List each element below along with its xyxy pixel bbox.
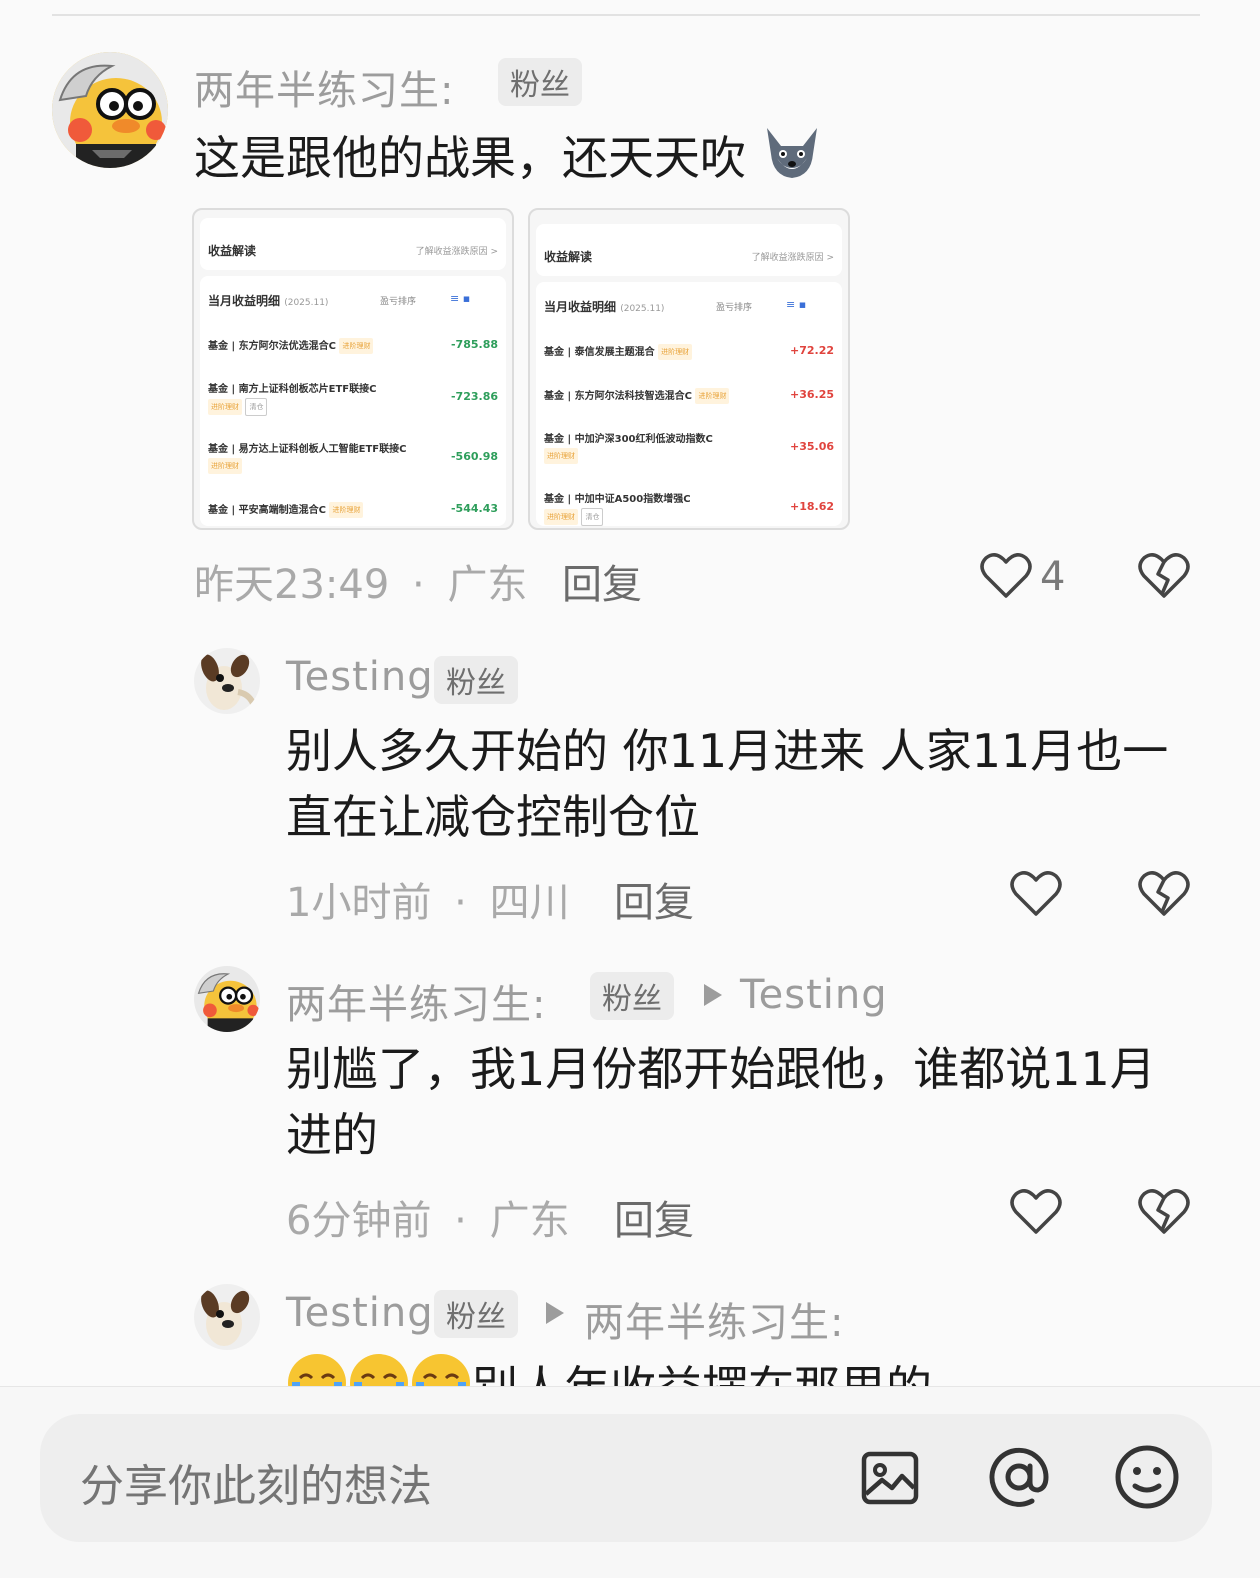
row-value: +18.62 [789,500,834,513]
heart-outline-icon[interactable] [980,552,1032,600]
like-count: 4 [1040,554,1066,600]
row-name: 基金 | 东方阿尔法科技智选混合C [544,391,692,402]
comment-author[interactable]: Testing [286,1290,434,1336]
row-value: -785.88 [450,338,498,351]
comment-meta: 6分钟前 · 广东 [286,1188,570,1246]
meta-separator: · [412,562,425,608]
shot-sort: 盈亏排序 [380,297,417,307]
shot-title-link: 了解收益涨跌原因 > [751,253,834,263]
comment-text: 这是跟他的战果，还天天吹 [194,124,823,191]
reply-to-author[interactable]: 两年半练习生: [584,1290,844,1348]
shot-title: 收益解读 [208,244,257,258]
wolf-emoji-icon [766,128,817,178]
duck-avatar-icon [194,966,260,1032]
row-tag: 进阶理财 [544,448,578,464]
row-name: 基金 | 中加中证A500指数增强C [544,494,691,505]
attached-image-1[interactable]: 收益解读 了解收益涨跌原因 > 当月收益明细 (2025.11) 盈亏排序 ≡ … [192,208,514,530]
comment-time: 6分钟前 [286,1198,432,1244]
dog-avatar-icon [194,1284,260,1350]
list-view-icon: ≡ ▪ [450,292,471,305]
shot-subtitle-text: 当月收益明细 [544,300,617,314]
row-name: 基金 | 泰信发展主题混合 [544,347,655,358]
meta-separator: · [454,880,467,926]
reply-button[interactable]: 回复 [562,552,642,610]
top-divider [52,14,1200,16]
comment-time: 1小时前 [286,880,432,926]
reply-button[interactable]: 回复 [614,1188,694,1246]
dog-avatar-icon [194,648,260,714]
broken-heart-icon[interactable] [1138,870,1190,918]
duck-avatar-icon [52,52,168,168]
reply-arrow-icon [546,1302,564,1324]
row-tag-clear: 清仓 [581,508,604,526]
comment-location: 广东 [489,1198,570,1244]
comment-location: 四川 [489,880,570,926]
avatar[interactable] [194,648,260,714]
comment-location: 广东 [447,562,528,608]
reply-arrow-icon [704,984,722,1006]
row-name: 基金 | 易方达上证科创板人工智能ETF联接C [208,444,407,455]
shot-title: 收益解读 [544,250,593,264]
reply-to-author[interactable]: Testing [740,972,888,1018]
row-tag: 进阶理财 [329,502,364,518]
emoji-icon[interactable] [1114,1444,1180,1510]
avatar[interactable] [52,52,168,168]
row-value: +72.22 [789,344,834,357]
comment-text-content: 这是跟他的战果，还天天吹 [194,131,746,185]
row-value: +36.25 [789,388,834,401]
row-value: -560.98 [450,450,498,463]
at-icon[interactable] [986,1444,1052,1510]
comment-input-placeholder: 分享你此刻的想法 [80,1461,432,1512]
fan-badge: 粉丝 [434,1290,518,1338]
fan-badge: 粉丝 [590,972,674,1020]
row-tag: 进阶理财 [658,344,693,360]
avatar[interactable] [194,966,260,1032]
broken-heart-icon[interactable] [1138,1188,1190,1236]
shot-subtitle-date: (2025.11) [284,298,329,308]
comment-meta: 1小时前 · 四川 [286,870,570,928]
row-tag: 进阶理财 [339,338,374,354]
comment-text: 别尴了，我1月份都开始跟他，谁都说11月进的 [286,1042,1156,1162]
reply-button[interactable]: 回复 [614,870,694,928]
shot-subtitle-text: 当月收益明细 [208,294,281,308]
row-name: 基金 | 中加沪深300红利低波动指数C [544,434,713,445]
comment-author[interactable]: Testing [286,654,434,700]
shot-subtitle: 当月收益明细 (2025.11) [208,292,328,309]
comment-author[interactable]: 两年半练习生: [194,58,454,116]
fan-badge: 粉丝 [434,656,518,704]
shot-sort: 盈亏排序 [716,303,753,313]
row-tag-clear: 清仓 [245,398,268,416]
row-name: 基金 | 南方上证科创板芯片ETF联接C [208,384,377,395]
shot-subtitle-date: (2025.11) [620,304,665,314]
row-value: +35.06 [789,440,834,453]
meta-separator: · [454,1198,467,1244]
avatar[interactable] [194,1284,260,1350]
image-icon[interactable] [860,1448,920,1508]
row-value: -723.86 [450,390,498,403]
comment-text: 别人多久开始的 你11月进来 人家11月也一直在让减仓控制仓位 [286,724,1169,844]
row-tag: 进阶理财 [695,388,730,404]
comment-input[interactable]: 分享你此刻的想法 [40,1414,1212,1542]
shot-subtitle: 当月收益明细 (2025.11) [544,298,664,315]
comment-meta: 昨天23:49 · 广东 [194,552,527,610]
row-tag: 进阶理财 [544,509,578,525]
fan-badge: 粉丝 [498,58,582,106]
comment-author[interactable]: 两年半练习生: [286,972,546,1030]
comment-time: 昨天23:49 [194,562,390,608]
broken-heart-icon[interactable] [1138,552,1190,600]
attached-image-2[interactable]: 收益解读 了解收益涨跌原因 > 当月收益明细 (2025.11) 盈亏排序 ≡ … [528,208,850,530]
shot-title-link: 了解收益涨跌原因 > [415,247,498,257]
heart-outline-icon[interactable] [1010,1188,1062,1236]
row-value: -544.43 [450,502,498,515]
row-name: 基金 | 平安高端制造混合C [208,505,326,516]
row-name: 基金 | 东方阿尔法优选混合C [208,341,336,352]
row-tag: 进阶理财 [208,458,242,474]
heart-outline-icon[interactable] [1010,870,1062,918]
row-tag: 进阶理财 [208,399,242,415]
list-view-icon: ≡ ▪ [786,298,807,311]
